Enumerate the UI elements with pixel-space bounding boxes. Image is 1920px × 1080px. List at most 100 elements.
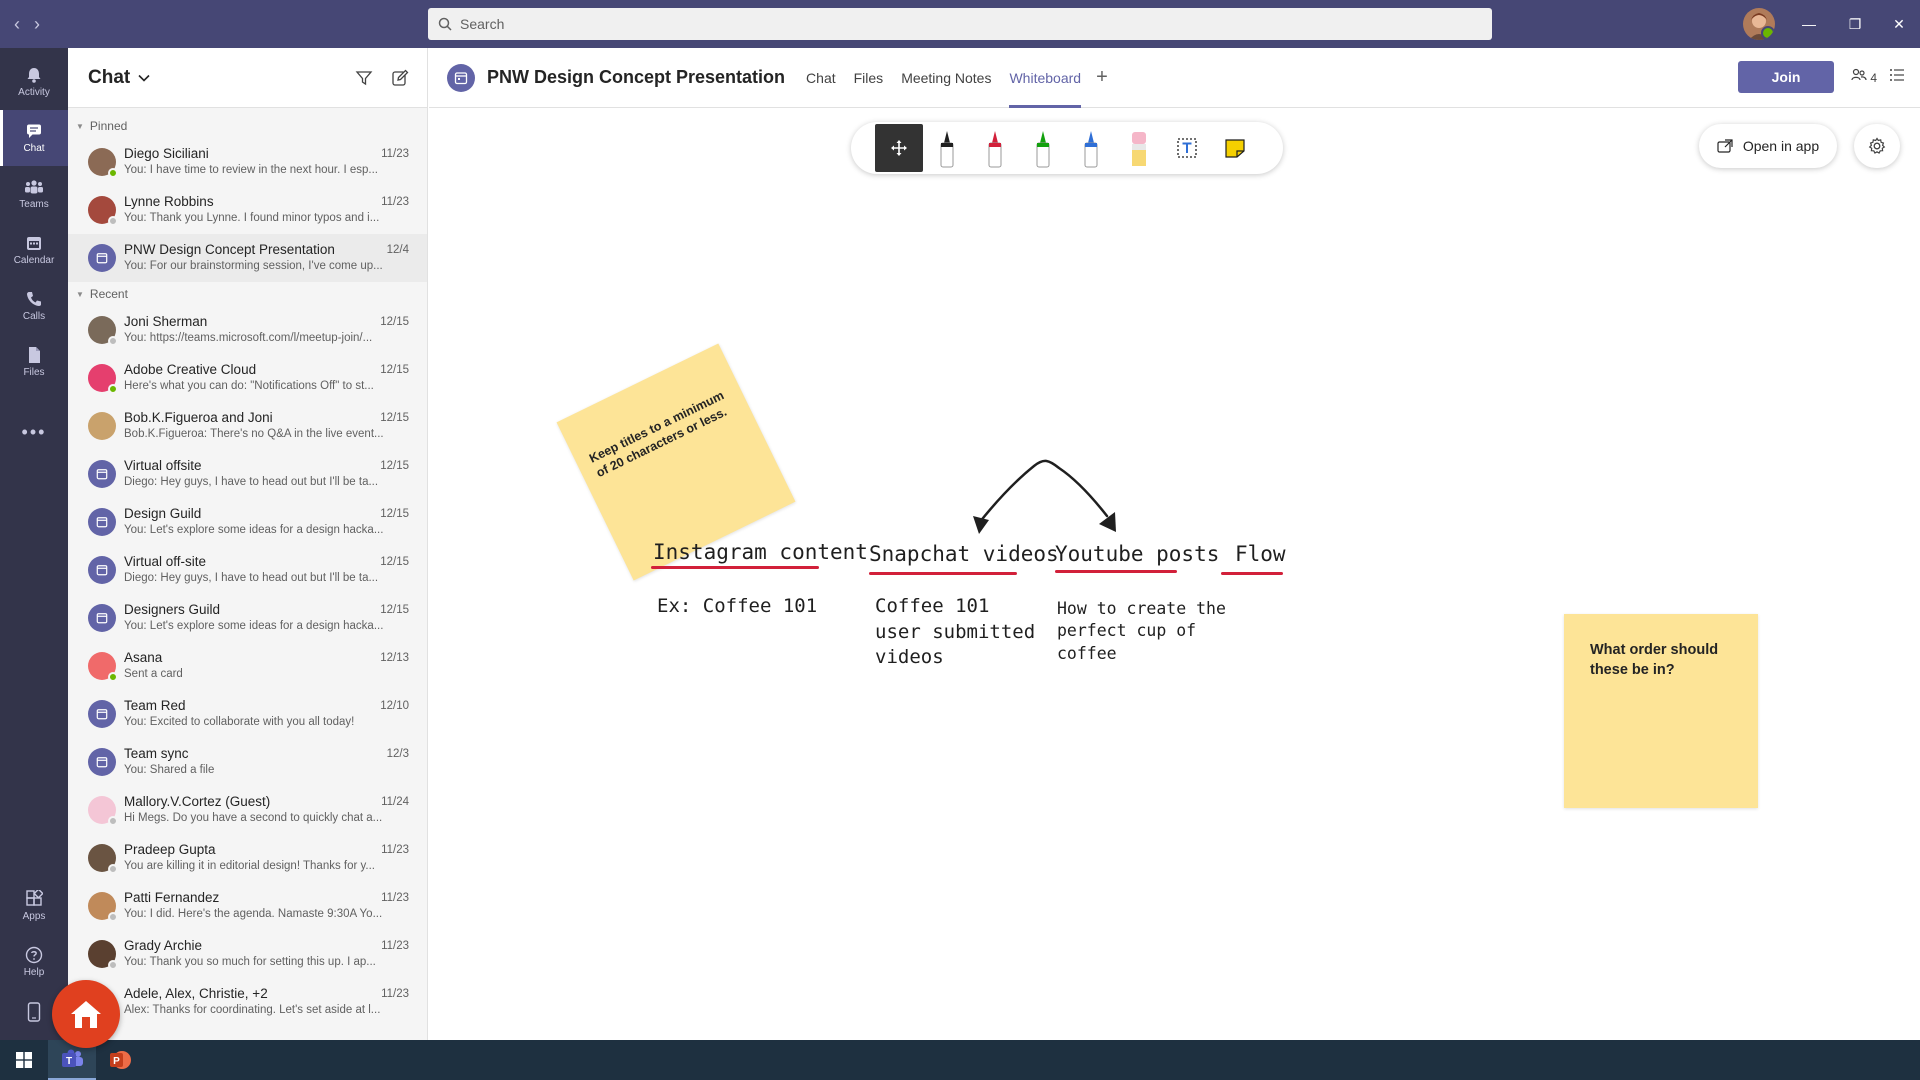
tab-meeting-notes[interactable]: Meeting Notes [901,48,991,108]
chat-list-item[interactable]: Pradeep Gupta You are killing it in edito… [68,834,427,882]
meeting-chat-icon [88,244,116,272]
chat-list-item[interactable]: Virtual offsite Diego: Hey guys, I have t… [68,450,427,498]
whiteboard-settings-button[interactable] [1854,124,1900,168]
participants-button[interactable]: 4 [1851,68,1877,85]
chat-list-item[interactable]: Mallory.V.Cortez (Guest) Hi Megs. Do you … [68,786,427,834]
powerpoint-taskbar-icon[interactable]: P [96,1040,144,1080]
avatar [88,196,118,226]
note-instagram[interactable]: Ex: Coffee 101 [657,594,817,620]
whiteboard-canvas[interactable]: Open in app Keep titles to a minimum of … [429,108,1920,1040]
add-tab-icon[interactable]: + [1096,66,1108,89]
move-icon [891,140,907,156]
tab-whiteboard[interactable]: Whiteboard [1009,48,1081,108]
rail-item-apps[interactable]: Apps [0,878,68,934]
windows-start-icon[interactable] [0,1040,48,1080]
sticky-note-tool[interactable] [1211,124,1259,172]
red-pen-tool[interactable] [971,124,1019,172]
list-more-icon[interactable] [1889,67,1905,83]
chat-list-item[interactable]: Virtual off-site Diego: Hey guys, I have … [68,546,427,594]
chat-list-item[interactable]: Team Red You: Excited to collaborate with… [68,690,427,738]
chevron-down-icon[interactable] [138,74,150,82]
rail-item-chat[interactable]: Chat [0,110,68,166]
rail-item-help[interactable]: Help [0,934,68,990]
heading-youtube[interactable]: Youtube posts [1055,542,1219,566]
rail-item-activity[interactable]: Activity [0,54,68,110]
chat-date: 12/15 [380,508,409,520]
avatar [88,892,118,922]
underline-mark [1221,572,1283,575]
collapse-triangle-icon: ▼ [76,289,84,299]
forward-arrow-icon[interactable]: › [34,14,40,35]
chat-panel-title[interactable]: Chat [88,67,130,89]
gear-icon [1868,137,1886,154]
chat-preview: Here's what you can do: "Notifications O… [124,380,374,392]
chat-date: 12/10 [380,700,409,712]
chat-list-item[interactable]: Diego Siciliani You: I have time to revie… [68,138,427,186]
tab-chat[interactable]: Chat [806,48,836,108]
chat-list-item[interactable]: Patti Fernandez You: I did. Here's the ag… [68,882,427,930]
open-in-app-button[interactable]: Open in app [1699,124,1837,168]
chat-list-item[interactable]: Bob.K.Figueroa and Joni Bob.K.Figueroa: T… [68,402,427,450]
chat-list-item[interactable]: Joni Sherman You: https://teams.microsoft… [68,306,427,354]
minimize-icon[interactable]: — [1786,0,1832,48]
chat-preview: Alex: Thanks for coordinating. Let's set… [124,1004,381,1016]
chat-preview: You: Let's explore some ideas for a desi… [124,524,384,536]
chat-name: Grady Archie [124,938,203,953]
new-chat-icon[interactable] [391,69,409,87]
heading-instagram[interactable]: Instagram content [653,540,868,564]
back-arrow-icon[interactable]: ‹ [14,14,20,35]
chat-list-item[interactable]: Designers Guild You: Let's explore some i… [68,594,427,642]
meeting-chat-icon [88,700,116,728]
rail-item-teams[interactable]: Teams [0,166,68,222]
section-pinned[interactable]: ▼ Pinned [68,114,427,138]
filter-icon[interactable] [355,69,373,87]
restore-icon[interactable]: ❐ [1832,0,1878,48]
join-button[interactable]: Join [1738,61,1834,93]
chat-list-item[interactable]: Asana Sent a card 12/13 [68,642,427,690]
note-snapchat[interactable]: Coffee 101 user submitted videos [875,594,1045,671]
rail-item-calls[interactable]: Calls [0,278,68,334]
chat-list-item[interactable]: Lynne Robbins You: Thank you Lynne. I fou… [68,186,427,234]
sticky-note-icon [1225,139,1245,158]
chat-date: 12/3 [386,748,409,760]
chat-name: PNW Design Concept Presentation [124,242,335,257]
chat-list-item[interactable]: Adele, Alex, Christie, +2 Alex: Thanks fo… [68,978,427,1026]
chat-list-item[interactable]: Design Guild You: Let's explore some idea… [68,498,427,546]
rail-item-calendar[interactable]: Calendar [0,222,68,278]
heading-flow[interactable]: Flow [1235,542,1286,566]
chat-date: 11/23 [381,940,409,952]
black-pen-tool[interactable] [923,124,971,172]
section-recent[interactable]: ▼ Recent [68,282,427,306]
chat-list-item[interactable]: Grady Archie You: Thank you so much for s… [68,930,427,978]
chat-header: Chat [68,48,427,108]
sticky-note-order[interactable]: What order should these be in? [1564,614,1758,808]
home-button[interactable] [52,980,120,1048]
chat-icon [27,124,41,138]
note-youtube[interactable]: How to create the perfect cup of coffee [1057,598,1227,665]
rail-label: Activity [18,87,50,98]
green-pen-tool[interactable] [1019,124,1067,172]
user-avatar[interactable] [1743,8,1775,40]
heading-snapchat[interactable]: Snapchat videos [869,542,1059,566]
eraser-tool[interactable] [1115,124,1163,172]
chat-list-item[interactable]: Team sync You: Shared a file 12/3 [68,738,427,786]
pen-icon [988,131,1002,168]
underline-mark [651,566,819,569]
blue-pen-tool[interactable] [1067,124,1115,172]
rail-item-files[interactable]: Files [0,334,68,390]
chat-list-item[interactable]: Adobe Creative Cloud Here's what you can … [68,354,427,402]
handwritten-arrow[interactable] [959,438,1139,548]
search-bar[interactable]: Search [428,8,1492,40]
close-icon[interactable]: ✕ [1876,0,1920,48]
chat-preview: You: Thank you Lynne. I found minor typo… [124,212,380,224]
phone-icon [27,292,41,306]
chat-list-item[interactable]: PNW Design Concept Presentation You: For … [68,234,427,282]
tab-files[interactable]: Files [854,48,884,108]
rail-label: Help [23,967,45,978]
chat-date: 11/23 [381,196,409,208]
chat-item-text: Diego Siciliani You: I have time to revie… [124,146,414,176]
device-button[interactable] [10,992,58,1032]
more-apps-icon[interactable]: ••• [0,404,68,460]
pan-tool[interactable] [875,124,923,172]
text-tool[interactable] [1163,124,1211,172]
